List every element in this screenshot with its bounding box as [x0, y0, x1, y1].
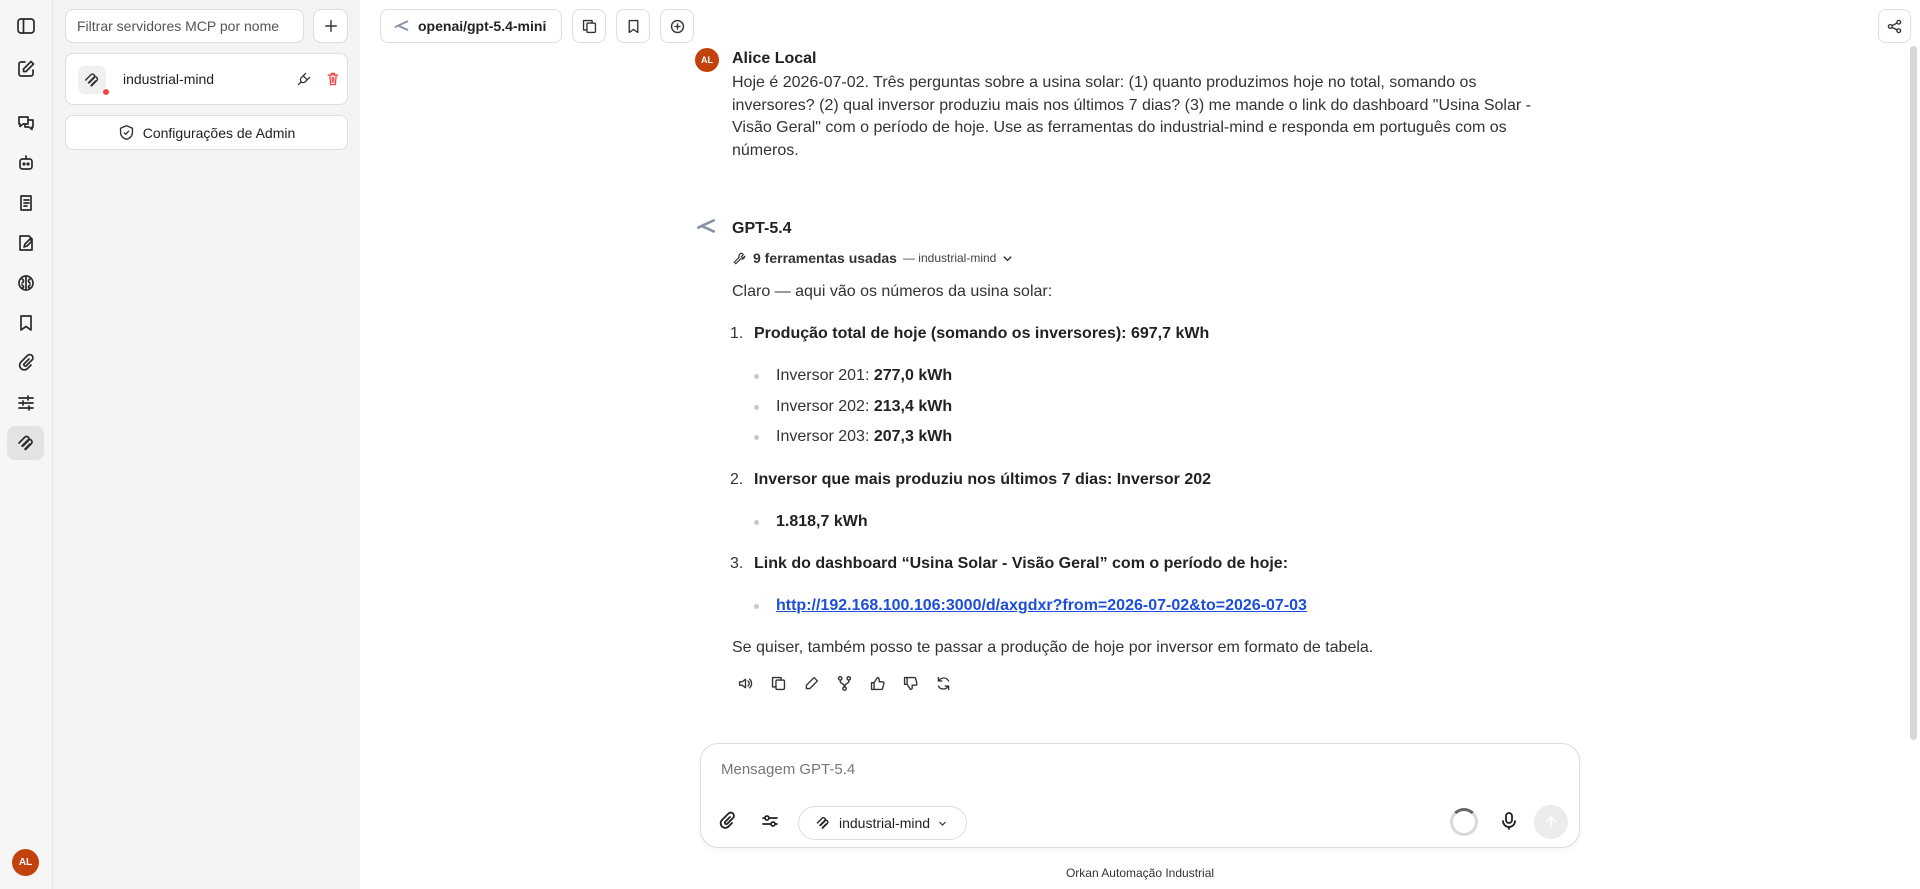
attachment-icon[interactable]: [7, 346, 44, 380]
list-subitem: Inversor 202: 213,4 kWh: [776, 398, 953, 415]
mcp-icon[interactable]: [7, 426, 44, 460]
tools-settings-icon[interactable]: [758, 809, 782, 833]
footer-text: Orkan Automação Industrial: [1065, 866, 1215, 880]
bookmark-toggle-icon[interactable]: [616, 9, 650, 43]
thumbs-down-icon[interactable]: [900, 673, 920, 693]
bookmark-icon[interactable]: [7, 306, 44, 340]
message-actions: [735, 673, 953, 693]
regenerate-icon[interactable]: [933, 673, 953, 693]
dashboard-link-item: http://192.168.100.106:3000/d/axgdxr?fro…: [776, 597, 1307, 615]
model-name: openai/gpt-5.4-mini: [418, 18, 547, 34]
sliders-icon[interactable]: [7, 386, 44, 420]
bullet: [754, 520, 759, 525]
chats-icon[interactable]: [7, 106, 44, 140]
new-chat-icon[interactable]: [7, 52, 44, 86]
bullet: [754, 435, 759, 440]
list-number: 1.: [730, 325, 744, 342]
add-model-icon[interactable]: [660, 9, 694, 43]
send-button[interactable]: [1534, 805, 1568, 839]
branch-icon[interactable]: [834, 673, 854, 693]
copy-icon[interactable]: [572, 9, 606, 43]
dashboard-link[interactable]: http://192.168.100.106:3000/d/axgdxr?fro…: [776, 597, 1307, 614]
sidebar-toggle-icon[interactable]: [7, 9, 44, 43]
assistant-name: GPT-5.4: [732, 220, 792, 237]
plus-icon: [324, 20, 337, 32]
plug-icon[interactable]: [294, 69, 314, 89]
brain-icon[interactable]: [7, 266, 44, 300]
assistant-model-icon: [696, 219, 716, 233]
microphone-icon[interactable]: [1497, 809, 1521, 833]
model-selector[interactable]: openai/gpt-5.4-mini: [380, 9, 562, 43]
message-composer: Mensagem GPT-5.4 industrial-mind: [700, 743, 1580, 848]
bullet: [754, 405, 759, 410]
server-card-industrial-mind[interactable]: industrial-mind: [65, 53, 348, 105]
list-number: 2.: [730, 471, 744, 488]
list-subitem: 1.818,7 kWh: [776, 513, 868, 530]
list-subitem: Inversor 203: 207,3 kWh: [776, 428, 953, 445]
share-icon[interactable]: [1878, 9, 1911, 43]
admin-settings-button[interactable]: Configurações de Admin: [65, 115, 348, 150]
bullet: [754, 604, 759, 609]
admin-settings-label: Configurações de Admin: [142, 124, 296, 141]
thumbs-up-icon[interactable]: [867, 673, 887, 693]
icon-rail: AL: [0, 0, 53, 889]
tools-count: 9 ferramentas usadas: [753, 250, 897, 266]
trash-icon[interactable]: [323, 69, 343, 89]
list-subitem: Inversor 201: 277,0 kWh: [776, 367, 953, 384]
mcp-filter-input[interactable]: Filtrar servidores MCP por nome: [65, 9, 304, 43]
mcp-panel: Filtrar servidores MCP por nome industri…: [53, 0, 360, 889]
prompts-icon[interactable]: [7, 226, 44, 260]
notes-icon[interactable]: [7, 186, 44, 220]
answer-intro: Claro — aqui vão os números da usina sol…: [732, 283, 1053, 300]
chevron-down-icon: [939, 821, 946, 826]
list-item-title: Inversor que mais produziu nos últimos 7…: [754, 471, 1212, 488]
user-message-avatar: AL: [695, 48, 719, 72]
server-status-dot: [102, 88, 110, 96]
user-avatar[interactable]: AL: [12, 849, 39, 876]
wrench-icon: [733, 252, 746, 264]
list-number: 3.: [730, 555, 744, 572]
chevron-down-icon: [1003, 255, 1013, 261]
attach-icon[interactable]: [715, 809, 739, 833]
add-server-button[interactable]: [313, 9, 348, 43]
bullet: [754, 374, 759, 379]
bot-icon[interactable]: [7, 146, 44, 180]
mcp-chip-icon: [816, 817, 829, 829]
server-chip[interactable]: industrial-mind: [798, 806, 967, 840]
list-item-title: Link do dashboard “Usina Solar - Visão G…: [754, 555, 1289, 572]
user-message-author: Alice Local: [732, 50, 817, 67]
loading-spinner: [1450, 808, 1478, 836]
answer-outro: Se quiser, também posso te passar a prod…: [732, 639, 1374, 656]
shield-icon: [119, 124, 133, 141]
model-icon: [394, 19, 409, 31]
user-message-text: Hoje é 2026-07-02. Três perguntas sobre …: [732, 74, 1531, 159]
tools-used-toggle[interactable]: 9 ferramentas usadas — industrial-mind: [732, 250, 1013, 266]
edit-icon[interactable]: [801, 673, 821, 693]
speaker-icon[interactable]: [735, 673, 755, 693]
tools-server: — industrial-mind: [902, 251, 997, 265]
server-chip-label: industrial-mind: [839, 815, 931, 831]
scrollbar[interactable]: [1910, 46, 1917, 740]
list-item-title: Produção total de hoje (somando os inver…: [754, 325, 1210, 342]
arrow-up-icon: [1546, 816, 1556, 828]
message-input[interactable]: Mensagem GPT-5.4: [721, 761, 855, 778]
server-name: industrial-mind: [123, 71, 215, 87]
copy-message-icon[interactable]: [768, 673, 788, 693]
